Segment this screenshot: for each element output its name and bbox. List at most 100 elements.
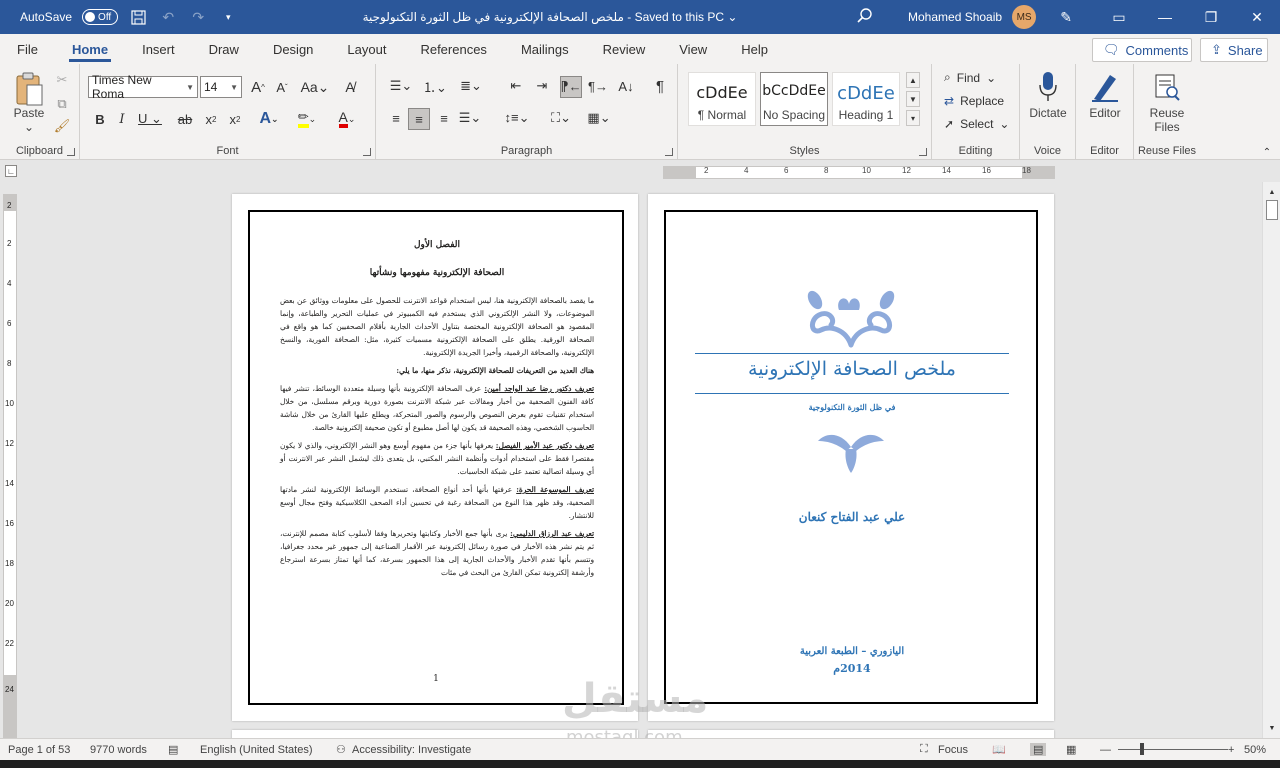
increase-indent-icon[interactable]: ⇥ — [532, 76, 552, 96]
ltr-direction-icon[interactable]: ¶→ — [588, 76, 608, 96]
page-count[interactable]: Page 1 of 53 — [8, 744, 70, 756]
styles-scroll-up-icon[interactable]: ▲ — [906, 72, 920, 88]
find-button[interactable]: ⌕ Find ⌄ — [944, 70, 996, 85]
avatar[interactable]: MS — [1012, 5, 1037, 29]
restore-icon[interactable]: ❐ — [1188, 0, 1234, 34]
tab-layout[interactable]: Layout — [330, 34, 403, 64]
ribbon-display-icon[interactable]: ▭ — [1096, 0, 1142, 34]
pen-icon[interactable]: ✎ — [1056, 7, 1076, 27]
collapse-ribbon-icon[interactable]: ⌃ — [1260, 146, 1274, 158]
numbering-icon[interactable]: ⒈⌄ — [420, 76, 450, 96]
tab-view[interactable]: View — [662, 34, 724, 64]
font-color-icon[interactable]: A ⌄ — [330, 109, 364, 129]
clipboard-launcher-icon[interactable] — [67, 148, 75, 156]
change-case-icon[interactable]: Aa⌄ — [300, 77, 330, 97]
shrink-font-icon[interactable]: Aˇ — [272, 77, 292, 97]
tab-mailings[interactable]: Mailings — [504, 34, 586, 64]
paste-button[interactable]: Paste ⌄ — [6, 106, 52, 134]
web-layout-icon[interactable]: ▦ — [1066, 743, 1076, 756]
reuse-files-icon[interactable] — [1152, 70, 1182, 104]
focus-label[interactable]: Focus — [938, 744, 968, 756]
strikethrough-icon[interactable]: ab — [176, 109, 194, 129]
dictate-button[interactable]: Dictate — [1020, 106, 1076, 120]
cover-page[interactable]: ملخص الصحافة الإلكترونية في ظل الثورة ال… — [648, 194, 1054, 721]
replace-button[interactable]: ⇄ Replace — [944, 94, 1004, 108]
horizontal-ruler[interactable]: 2 4 6 8 10 12 14 16 18 — [663, 166, 1055, 179]
scroll-down-icon[interactable]: ▼ — [1266, 722, 1278, 734]
zoom-slider-thumb[interactable] — [1140, 743, 1144, 755]
print-layout-icon[interactable]: ▤ — [1030, 743, 1047, 756]
bullets-icon[interactable]: ☰⌄ — [386, 76, 416, 96]
editor-icon[interactable] — [1090, 70, 1120, 104]
styles-scroll-down-icon[interactable]: ▼ — [906, 91, 920, 107]
tab-review[interactable]: Review — [586, 34, 663, 64]
undo-icon[interactable]: ↶ — [158, 7, 178, 27]
close-icon[interactable]: ✕ — [1234, 0, 1280, 34]
clear-formatting-icon[interactable]: A̸ — [340, 77, 360, 97]
decrease-indent-icon[interactable]: ⇤ — [506, 76, 526, 96]
font-size-combo[interactable]: 14 ▼ — [200, 76, 242, 98]
chapter-page[interactable]: الفصل الأول الصحافة الإلكترونية مفهومها … — [232, 194, 638, 721]
style-normal[interactable]: cDdEe ¶ Normal — [688, 72, 756, 126]
paragraph-launcher-icon[interactable] — [665, 148, 673, 156]
tab-help[interactable]: Help — [724, 34, 785, 64]
text-effects-icon[interactable]: A ⌄ — [254, 109, 284, 129]
scroll-up-icon[interactable]: ▲ — [1266, 186, 1278, 198]
styles-more-icon[interactable]: ▾ — [906, 110, 920, 126]
microphone-icon[interactable] — [1034, 70, 1062, 104]
editor-button[interactable]: Editor — [1076, 106, 1134, 120]
scroll-thumb[interactable] — [1266, 200, 1278, 220]
redo-icon[interactable]: ↷ — [188, 7, 208, 27]
search-icon[interactable] — [856, 7, 874, 28]
accessibility-icon[interactable]: ⚇ — [336, 743, 346, 756]
document-workspace[interactable]: ملخص الصحافة الإلكترونية في ظل الثورة ال… — [20, 182, 1262, 738]
format-painter-icon[interactable]: 🖌 — [54, 118, 71, 134]
italic-icon[interactable]: I — [114, 109, 130, 129]
subscript-icon[interactable]: x2 — [202, 109, 220, 129]
bold-icon[interactable]: B — [92, 109, 108, 129]
rtl-direction-icon[interactable]: ⁋← — [560, 76, 582, 98]
font-name-combo[interactable]: Times New Roma ▼ — [88, 73, 198, 101]
share-button[interactable]: ⇪ Share — [1200, 38, 1268, 62]
grow-font-icon[interactable]: A ^ — [248, 77, 268, 97]
line-spacing-icon[interactable]: ↕≡⌄ — [502, 108, 532, 128]
style-no-spacing[interactable]: bCcDdEe No Spacing — [760, 72, 828, 126]
user-account[interactable]: Mohamed Shoaib MS ✎ — [908, 0, 1076, 34]
tab-design[interactable]: Design — [256, 34, 330, 64]
vertical-scrollbar[interactable]: ▲ ▼ — [1262, 182, 1280, 738]
align-center-icon[interactable]: ≡ — [408, 108, 430, 130]
chevron-down-icon[interactable]: ⌄ — [727, 10, 737, 24]
select-button[interactable]: ➚ Select ⌄ — [944, 117, 1009, 131]
comments-button[interactable]: 🗨 Comments — [1092, 38, 1192, 62]
tab-references[interactable]: References — [403, 34, 503, 64]
word-count[interactable]: 9770 words — [90, 744, 147, 756]
underline-icon[interactable]: U ⌄ — [138, 109, 162, 129]
shading-icon[interactable]: ⛶⌄ — [546, 108, 576, 128]
style-heading-1[interactable]: cDdEe Heading 1 — [832, 72, 900, 126]
cut-icon[interactable]: ✂ — [54, 72, 70, 88]
proofing-icon[interactable]: ▤ — [168, 743, 178, 756]
save-icon[interactable] — [128, 7, 148, 27]
sort-icon[interactable]: A↓ — [616, 76, 636, 96]
borders-icon[interactable]: ▦⌄ — [584, 108, 614, 128]
zoom-in-icon[interactable]: + — [1228, 744, 1234, 756]
zoom-slider[interactable] — [1118, 749, 1228, 750]
font-launcher-icon[interactable] — [363, 148, 371, 156]
focus-icon[interactable]: ⛶ — [920, 743, 928, 756]
tab-draw[interactable]: Draw — [192, 34, 256, 64]
multilevel-list-icon[interactable]: ≣⌄ — [456, 76, 486, 96]
superscript-icon[interactable]: x2 — [226, 109, 244, 129]
tab-insert[interactable]: Insert — [125, 34, 192, 64]
tab-file[interactable]: File — [0, 34, 55, 64]
zoom-out-icon[interactable]: — — [1100, 744, 1111, 756]
show-marks-icon[interactable]: ¶ — [650, 76, 670, 96]
reuse-files-button[interactable]: Reuse Files — [1134, 106, 1200, 134]
align-right-icon[interactable]: ≡ — [434, 108, 454, 128]
accessibility-status[interactable]: Accessibility: Investigate — [352, 744, 471, 756]
read-mode-icon[interactable]: 📖 — [992, 743, 1006, 756]
vertical-ruler[interactable]: 2 2 4 6 8 10 12 14 16 18 20 22 24 — [3, 194, 17, 738]
zoom-level[interactable]: 50% — [1244, 744, 1266, 756]
customize-toolbar-icon[interactable]: ▾ — [218, 7, 238, 27]
paste-icon[interactable] — [12, 70, 46, 108]
minimize-icon[interactable]: — — [1142, 0, 1188, 34]
